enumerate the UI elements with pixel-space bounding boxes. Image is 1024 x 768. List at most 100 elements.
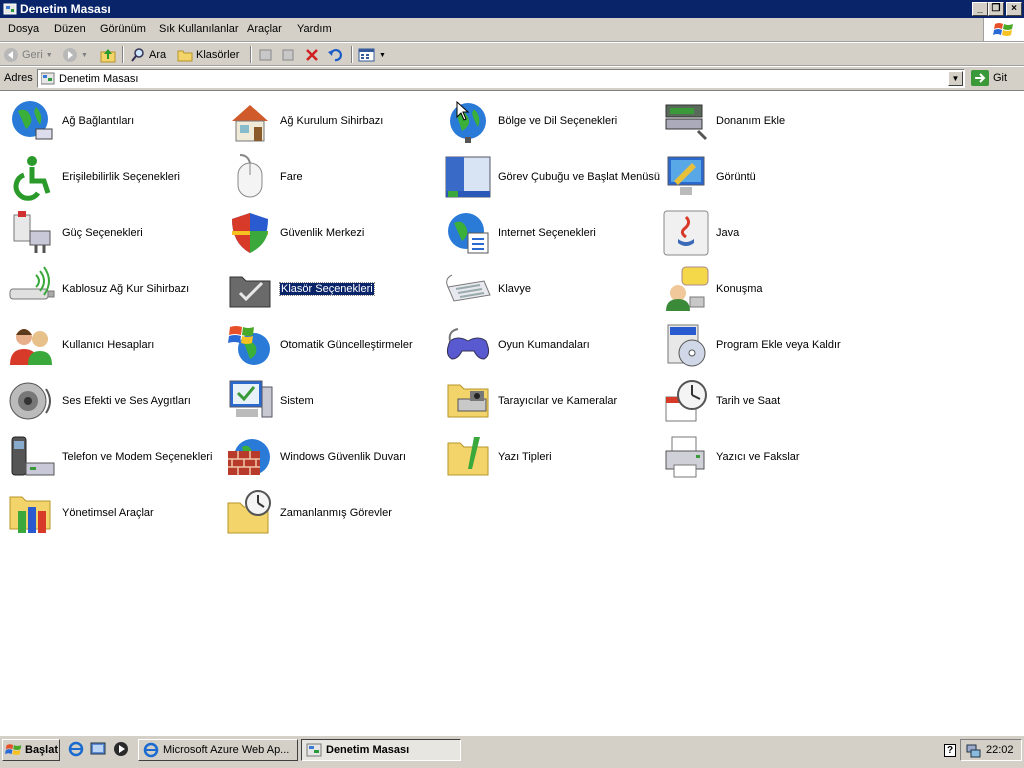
restore-button[interactable]: ❐ [988,2,1004,16]
control-panel-item[interactable]: Yazı Tipleri [440,429,658,485]
copy-to-button[interactable] [280,46,296,64]
control-panel-item[interactable]: Ağ Bağlantıları [4,93,222,149]
game-controllers-icon [446,328,490,360]
control-panel-item[interactable]: Ağ Kurulum Sihirbazı [222,93,440,149]
delete-button[interactable] [304,46,320,64]
address-dropdown-button[interactable]: ▼ [948,71,963,86]
toolbar-separator [351,46,353,63]
item-label: Yönetimsel Araçlar [62,507,154,519]
control-panel-item[interactable]: Kablosuz Ağ Kur Sihirbazı [4,261,222,317]
control-panel-item[interactable]: Tarayıcılar ve Kameralar [440,373,658,429]
wireless-setup-icon [9,266,55,300]
internet-explorer-icon[interactable] [68,741,84,757]
control-panel-item[interactable]: Görev Çubuğu ve Başlat Menüsü [440,149,660,205]
views-button[interactable]: ▼ [358,46,386,64]
control-panel-item[interactable]: Kullanıcı Hesapları [4,317,222,373]
item-label: Yazı Tipleri [498,451,552,463]
control-panel-item[interactable]: Klavye [440,261,658,317]
system-tray: 22:02 [960,739,1022,761]
menu-file[interactable]: Dosya [8,23,39,35]
search-icon [131,48,144,62]
item-label: Bölge ve Dil Seçenekleri [498,115,618,127]
back-button[interactable]: Geri ▼ [3,46,53,64]
control-panel-item[interactable]: Fare [222,149,440,205]
item-label: Kullanıcı Hesapları [62,339,155,351]
menu-help[interactable]: Yardım [297,23,332,35]
control-panel-item[interactable]: Erişilebilirlik Seçenekleri [4,149,222,205]
control-panel-icon [3,3,17,15]
control-panel-item[interactable]: Zamanlanmış Görevler [222,485,440,541]
control-panel-item[interactable]: Yönetimsel Araçlar [4,485,222,541]
control-panel-item[interactable]: Ses Efekti ve Ses Aygıtları [4,373,222,429]
forward-arrow-icon [63,48,77,62]
control-panel-item[interactable]: Oyun Kumandaları [440,317,658,373]
item-label: Fare [280,171,303,183]
folders-icon [177,50,193,62]
clock: 22:02 [986,744,1014,756]
menu-tools[interactable]: Araçlar [247,23,282,35]
menu-view[interactable]: Görünüm [100,23,146,35]
item-label: Klasör Seçenekleri [279,282,375,296]
control-panel-item[interactable]: Güç Seçenekleri [4,205,222,261]
menu-edit[interactable]: Düzen [54,23,86,35]
control-panel-item[interactable]: Konuşma [658,261,876,317]
media-player-icon[interactable] [113,741,129,757]
windows-flag-icon [5,744,22,755]
control-panel-item[interactable]: Donanım Ekle [658,93,876,149]
windows-firewall-icon [228,439,270,475]
toolbar-separator [122,46,124,63]
search-button[interactable]: Ara [130,46,166,64]
minimize-button[interactable]: _ [972,2,988,16]
item-label: Oyun Kumandaları [498,339,590,351]
forward-dropdown-icon: ▼ [81,51,88,59]
control-panel-item[interactable]: Görüntü [658,149,876,205]
control-panel-item[interactable]: Tarih ve Saat [658,373,876,429]
control-panel-item[interactable]: Internet Seçenekleri [440,205,658,261]
control-panel-item[interactable]: Program Ekle veya Kaldır [658,317,876,373]
taskbar: Başlat Microsoft Azure Web Ap... Denetim… [0,735,1024,768]
item-label: Ağ Kurulum Sihirbazı [280,115,384,127]
back-arrow-icon [4,48,18,62]
folders-button[interactable]: Klasörler [177,46,239,64]
close-button[interactable]: × [1006,2,1022,16]
menu-bar: Dosya Düzen Görünüm Sık Kullanılanlar Ar… [0,18,1024,42]
address-label: Adres [4,72,33,84]
control-panel-item[interactable]: Güvenlik Merkezi [222,205,440,261]
address-field[interactable]: Denetim Masası ▼ [37,69,965,88]
control-panel-item[interactable]: Yazıcı ve Fakslar [658,429,876,485]
network-tray-icon[interactable] [965,742,981,758]
taskbar-button-label: Denetim Masası [326,744,410,756]
forward-button[interactable]: ▼ [62,46,88,64]
control-panel-item[interactable]: Java [658,205,876,261]
printers-faxes-icon [665,436,705,478]
item-label: Zamanlanmış Görevler [280,507,392,519]
control-panel-item[interactable]: Bölge ve Dil Seçenekleri [440,93,658,149]
control-panel-item[interactable]: Windows Güvenlik Duvarı [222,429,440,485]
title-bar[interactable]: Denetim Masası _ ❐ × [0,0,1024,18]
control-panel-item[interactable]: Otomatik Güncelleştirmeler [222,317,440,373]
taskbar-start-menu-icon [445,156,491,198]
item-label: Erişilebilirlik Seçenekleri [62,171,180,183]
up-button[interactable] [100,46,116,64]
toolbar-separator [250,46,252,63]
control-panel-icon [306,743,322,757]
show-desktop-icon[interactable] [90,741,106,757]
item-label: Güvenlik Merkezi [280,227,365,239]
control-panel-item[interactable]: Sistem [222,373,440,429]
undo-button[interactable] [327,46,343,64]
move-to-button[interactable] [258,46,274,64]
help-icon[interactable]: ? [944,744,956,757]
control-panel-item[interactable]: Klasör Seçenekleri [222,261,440,317]
go-button[interactable]: Git [971,70,1007,86]
internet-options-icon [448,213,489,254]
go-arrow-icon [971,70,989,86]
taskbar-button-azure[interactable]: Microsoft Azure Web Ap... [138,739,298,761]
taskbar-button-control-panel[interactable]: Denetim Masası [301,739,461,761]
menu-favorites[interactable]: Sık Kullanılanlar [159,23,239,35]
start-button[interactable]: Başlat [2,739,60,761]
scanners-cameras-icon [447,384,489,418]
go-label: Git [993,72,1008,84]
views-icon [358,48,375,62]
date-time-icon [665,380,707,422]
control-panel-item[interactable]: Telefon ve Modem Seçenekleri [4,429,222,485]
